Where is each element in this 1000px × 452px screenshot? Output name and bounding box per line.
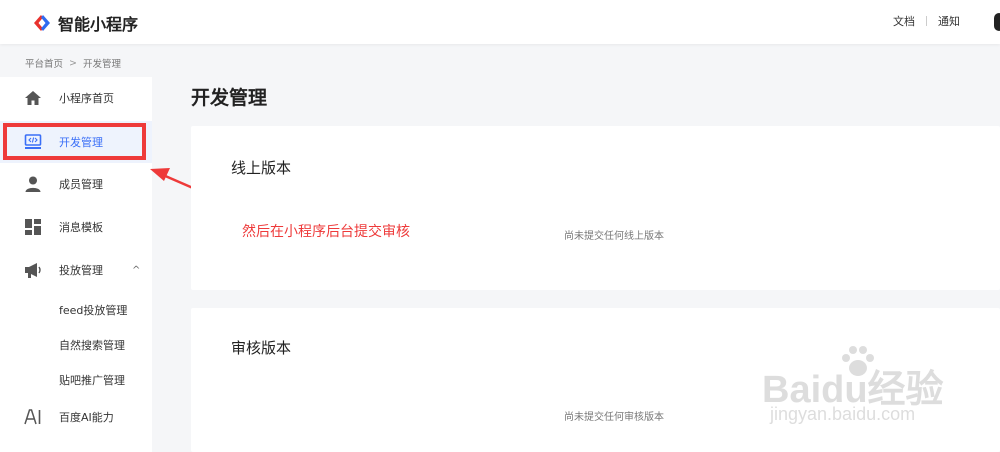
header-links: 文档 通知 — [893, 13, 960, 29]
breadcrumb-current: 开发管理 — [82, 59, 121, 70]
app-logo[interactable]: 智能小程序 — [32, 11, 138, 35]
sidebar-item-label: 小程序首页 — [59, 92, 114, 105]
chevron-up-icon[interactable]: ^ — [132, 265, 140, 276]
top-header: 智能小程序 文档 通知 — [0, 0, 1000, 44]
user-icon — [25, 176, 41, 192]
watermark-url: jingyan.baidu.com — [770, 404, 916, 424]
header-divider — [926, 16, 927, 26]
home-icon — [25, 91, 41, 105]
notifications-link[interactable]: 通知 — [938, 13, 960, 29]
sidebar-subitem-search[interactable]: 自然搜索管理 — [59, 337, 125, 353]
docs-link[interactable]: 文档 — [893, 13, 915, 29]
avatar[interactable] — [994, 13, 1000, 31]
app-title: 智能小程序 — [58, 15, 139, 34]
breadcrumb-home[interactable]: 平台首页 — [25, 56, 63, 70]
sidebar-subitem-feed[interactable]: feed投放管理 — [59, 302, 127, 318]
sidebar-item-label: 百度AI能力 — [59, 411, 114, 424]
breadcrumb-separator: > — [69, 57, 77, 69]
ai-icon — [24, 409, 41, 425]
card-title: 线上版本 — [231, 159, 292, 177]
sidebar-item-label: 消息模板 — [59, 221, 103, 234]
sidebar-item-home[interactable]: 小程序首页 — [0, 77, 152, 119]
sidebar-item-label: 投放管理 — [59, 264, 103, 277]
sidebar-item-members[interactable]: 成员管理 — [0, 163, 152, 205]
sidebar-item-message-templates[interactable]: 消息模板 — [0, 206, 152, 248]
card-title: 审核版本 — [231, 339, 292, 357]
highlight-box — [3, 123, 146, 160]
sidebar-item-label: 成员管理 — [59, 178, 103, 191]
sidebar-subitem-tieba[interactable]: 贴吧推广管理 — [59, 372, 125, 388]
breadcrumb: 平台首页 > 开发管理 — [25, 56, 121, 71]
megaphone-icon — [25, 263, 41, 278]
sidebar-item-baidu-ai[interactable]: 百度AI能力 — [0, 396, 152, 438]
watermark: Baidu经验 jingyan.baidu.com — [762, 346, 972, 440]
annotation-text: 然后在小程序后台提交审核 — [242, 224, 410, 240]
swan-logo-icon — [34, 15, 50, 31]
online-version-card: 线上版本 然后在小程序后台提交审核 尚未提交任何线上版本 — [191, 126, 1000, 290]
sidebar-item-ad-management[interactable]: 投放管理 ^ — [0, 249, 152, 291]
empty-state-text: 尚未提交任何线上版本 — [564, 231, 664, 242]
empty-state-text: 尚未提交任何审核版本 — [564, 412, 664, 423]
template-icon — [25, 219, 41, 235]
page-title: 开发管理 — [191, 87, 268, 109]
